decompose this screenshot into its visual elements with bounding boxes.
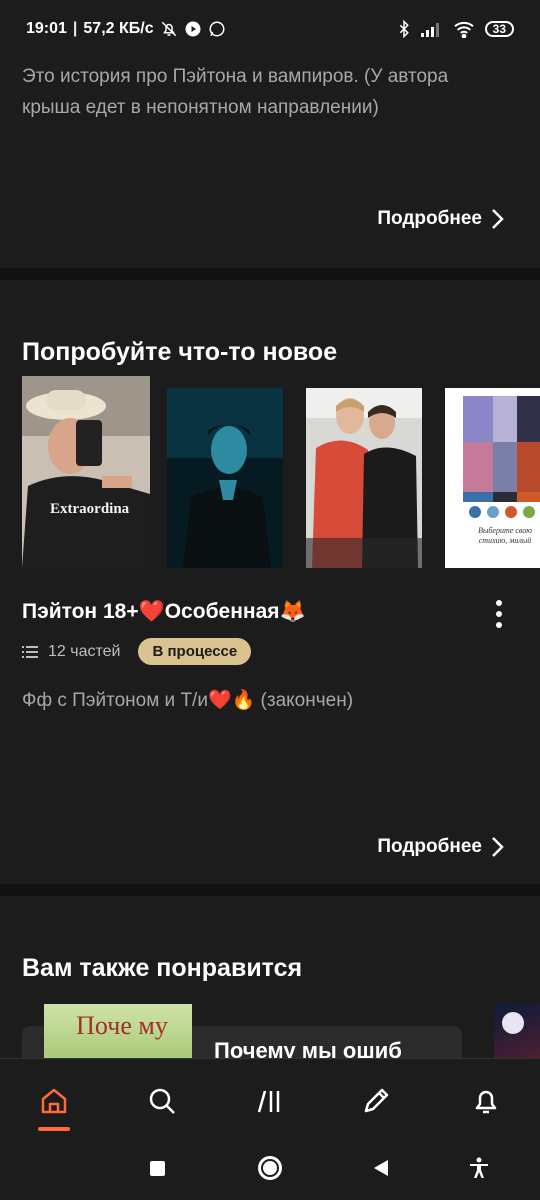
cover-figure — [502, 1012, 524, 1034]
status-speed: 57,2 КБ/с — [83, 20, 154, 37]
status-separator: | — [72, 20, 78, 37]
wifi-icon — [453, 20, 475, 38]
cover-caption: Extraordina — [50, 501, 130, 517]
accessibility-icon[interactable] — [464, 1153, 494, 1183]
home-button-icon[interactable] — [255, 1153, 285, 1183]
also-like-title: Вам также понравится — [22, 954, 303, 982]
library-icon[interactable] — [250, 1081, 290, 1121]
also-like-section: Вам также понравится Поче му Почему мы о… — [0, 884, 540, 1086]
system-navigation — [0, 1153, 540, 1183]
cover-photo — [22, 376, 150, 568]
bell-off-icon — [160, 20, 178, 38]
notifications-icon[interactable] — [466, 1081, 506, 1121]
more-label: Подробнее — [377, 836, 482, 857]
cover-photo — [167, 388, 283, 568]
search-icon[interactable] — [142, 1081, 182, 1121]
chevron-right-icon — [492, 837, 504, 857]
more-options-icon[interactable] — [494, 600, 504, 632]
signal-icon — [420, 21, 443, 37]
recents-icon[interactable] — [142, 1153, 172, 1183]
recommendation-cover-text: Поче му — [76, 1011, 168, 1040]
story-description: Фф с Пэйтоном и Т/и❤️🔥 (закончен) — [22, 690, 354, 711]
try-new-more-link[interactable]: Подробнее — [377, 836, 504, 858]
status-bar: 19:01 | 57,2 КБ/с 33 — [0, 0, 540, 58]
list-icon — [22, 645, 38, 658]
status-badge: В процессе — [138, 638, 252, 665]
cover-caption: Выберите свою стихию, милый — [478, 526, 532, 545]
story-cover-3[interactable] — [306, 388, 422, 568]
more-label: Подробнее — [377, 208, 482, 229]
story-top-description: Это история про Пэйтона и вампиров. (У а… — [22, 66, 449, 118]
try-new-title: Попробуйте что-то новое — [22, 338, 338, 366]
story-title[interactable]: Пэйтон 18+❤️Особенная🦊 — [22, 600, 306, 624]
story-top-section: Это история про Пэйтона и вампиров. (У а… — [0, 58, 540, 268]
status-time: 19:01 — [26, 20, 67, 37]
story-meta: 12 частей В процессе — [22, 638, 252, 665]
story-cover-1[interactable]: Extraordina — [22, 376, 150, 568]
story-top-more-link[interactable]: Подробнее — [377, 208, 504, 230]
bluetooth-icon — [397, 20, 411, 38]
write-icon[interactable] — [356, 1081, 396, 1121]
parts-count: 12 частей — [48, 642, 121, 660]
story-cover-2[interactable] — [167, 388, 283, 568]
story-cover-4[interactable]: Выберите свою стихию, милый — [445, 388, 540, 568]
play-icon — [184, 20, 202, 38]
bottom-navigation — [0, 1058, 540, 1200]
battery-indicator: 33 — [484, 21, 514, 37]
back-icon[interactable] — [366, 1153, 396, 1183]
nav-active-indicator — [38, 1127, 70, 1131]
cover-photo — [306, 388, 422, 568]
try-new-section: Попробуйте что-то новое Extraordina Выбе… — [0, 268, 540, 884]
home-icon[interactable] — [34, 1081, 74, 1121]
chevron-right-icon — [492, 209, 504, 229]
whatsapp-icon — [208, 20, 226, 38]
covers-carousel[interactable]: Extraordina Выберите свою стихию, милый — [0, 376, 540, 582]
